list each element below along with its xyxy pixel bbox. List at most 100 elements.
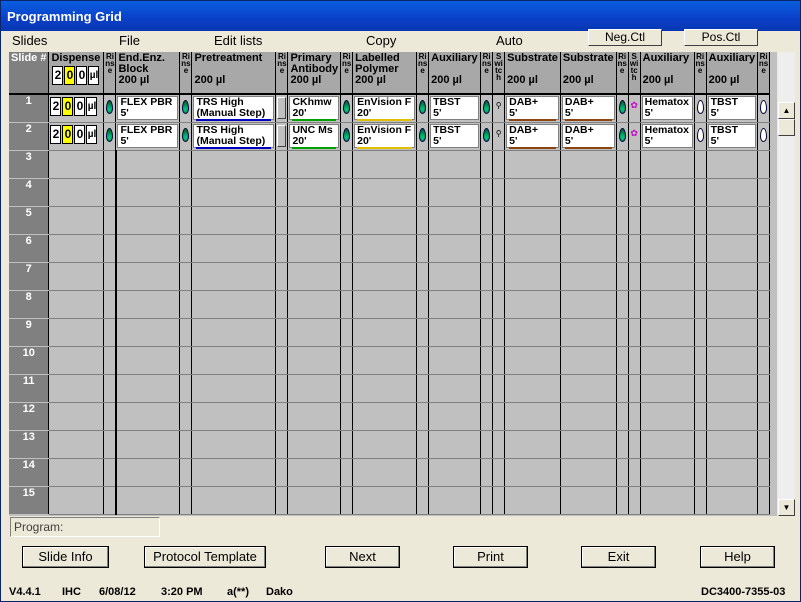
empty-cell[interactable]: [287, 458, 342, 487]
empty-cell[interactable]: [48, 262, 105, 291]
end-enz-block-cell-box[interactable]: FLEX PBR 5': [117, 96, 179, 120]
empty-cell[interactable]: [694, 430, 707, 459]
empty-cell[interactable]: [694, 290, 707, 319]
empty-cell[interactable]: [640, 430, 695, 459]
pretreatment-step-toggle[interactable]: [275, 94, 289, 123]
pretreatment-step-toggle[interactable]: [275, 122, 289, 151]
slide-info-button[interactable]: Slide Info: [22, 546, 109, 568]
empty-cell[interactable]: [48, 458, 105, 487]
empty-cell[interactable]: [179, 206, 193, 235]
neg-ctl-button[interactable]: Neg.Ctl: [588, 29, 662, 46]
rinse-drop-icon[interactable]: [618, 100, 626, 114]
substrate-1-cell[interactable]: DAB+ 5': [504, 94, 561, 123]
empty-cell[interactable]: [416, 458, 430, 487]
slide-number[interactable]: 11: [9, 374, 50, 403]
empty-cell[interactable]: [504, 290, 561, 319]
rinse-cell[interactable]: [179, 94, 193, 123]
rinse-cell[interactable]: [480, 94, 494, 123]
primary-antibody-cell[interactable]: CKhmw 20': [287, 94, 342, 123]
empty-cell[interactable]: [640, 262, 695, 291]
empty-cell[interactable]: [504, 374, 561, 403]
empty-cell[interactable]: [640, 346, 695, 375]
primary-antibody-cell-box[interactable]: UNC Ms 20': [289, 123, 340, 149]
empty-cell[interactable]: [560, 486, 617, 515]
rinse-drop-icon[interactable]: [419, 127, 427, 142]
empty-cell[interactable]: [287, 178, 342, 207]
empty-cell[interactable]: [179, 486, 193, 515]
help-button[interactable]: Help: [700, 546, 775, 568]
empty-cell[interactable]: [103, 458, 117, 487]
empty-cell[interactable]: [616, 402, 629, 431]
empty-cell[interactable]: [694, 262, 707, 291]
empty-cell[interactable]: [757, 290, 771, 319]
print-button[interactable]: Print: [453, 546, 528, 568]
empty-cell[interactable]: [287, 290, 342, 319]
empty-cell[interactable]: [179, 234, 193, 263]
vertical-scrollbar[interactable]: ▲ ▼: [778, 52, 795, 516]
empty-cell[interactable]: [103, 206, 117, 235]
empty-cell[interactable]: [340, 318, 354, 347]
empty-cell[interactable]: [492, 234, 506, 263]
dispense-cell[interactable]: 2 0 0 µl: [48, 122, 105, 151]
empty-cell[interactable]: [640, 150, 695, 179]
rinse-cell[interactable]: [416, 122, 430, 151]
auxiliary-1-cell-box[interactable]: TBST 5': [430, 96, 480, 120]
empty-cell[interactable]: [191, 234, 277, 263]
empty-cell[interactable]: [694, 374, 707, 403]
empty-cell[interactable]: [48, 178, 105, 207]
empty-cell[interactable]: [560, 262, 617, 291]
auxiliary-2-cell-box[interactable]: Hematox 5': [641, 123, 693, 148]
auxiliary-1-cell[interactable]: TBST 5': [428, 94, 482, 123]
auxiliary-2-cell-box[interactable]: Hematox 5': [641, 96, 693, 120]
empty-cell[interactable]: [492, 206, 506, 235]
rinse-drop-icon[interactable]: [419, 100, 427, 114]
rinse-cell[interactable]: [616, 122, 629, 151]
empty-cell[interactable]: [757, 178, 771, 207]
empty-cell[interactable]: [352, 402, 418, 431]
auxiliary-3-cell[interactable]: TBST 5': [706, 122, 759, 151]
empty-cell[interactable]: [694, 486, 707, 515]
empty-cell[interactable]: [275, 402, 289, 431]
rinse-drop-icon[interactable]: [182, 127, 190, 142]
empty-cell[interactable]: [757, 150, 771, 179]
empty-cell[interactable]: [560, 318, 617, 347]
empty-cell[interactable]: [416, 318, 430, 347]
rinse-drop-icon[interactable]: [760, 127, 768, 142]
substrate-2-cell[interactable]: DAB+ 5': [560, 94, 617, 123]
substrate-2-cell-box[interactable]: DAB+ 5': [561, 123, 615, 149]
empty-cell[interactable]: [179, 458, 193, 487]
empty-cell[interactable]: [287, 206, 342, 235]
empty-cell[interactable]: [287, 262, 342, 291]
empty-cell[interactable]: [706, 234, 759, 263]
empty-cell[interactable]: [706, 402, 759, 431]
empty-cell[interactable]: [492, 290, 506, 319]
substrate-1-cell[interactable]: DAB+ 5': [504, 122, 561, 151]
empty-cell[interactable]: [179, 178, 193, 207]
empty-cell[interactable]: [352, 430, 418, 459]
exit-button[interactable]: Exit: [581, 546, 656, 568]
pos-ctl-button[interactable]: Pos.Ctl: [684, 29, 758, 46]
rinse-drop-icon[interactable]: [696, 100, 704, 114]
empty-cell[interactable]: [480, 178, 494, 207]
primary-antibody-cell[interactable]: UNC Ms 20': [287, 122, 342, 151]
empty-cell[interactable]: [492, 346, 506, 375]
empty-cell[interactable]: [428, 178, 482, 207]
empty-cell[interactable]: [640, 318, 695, 347]
slide-number[interactable]: 7: [9, 262, 50, 291]
rinse-drop-icon[interactable]: [483, 100, 491, 114]
empty-cell[interactable]: [628, 290, 641, 319]
empty-cell[interactable]: [275, 346, 289, 375]
empty-cell[interactable]: [352, 150, 418, 179]
empty-cell[interactable]: [428, 486, 482, 515]
slide-number[interactable]: 1: [9, 94, 50, 123]
empty-cell[interactable]: [115, 374, 181, 403]
switch-icon[interactable]: ⚲: [493, 129, 504, 138]
empty-cell[interactable]: [640, 374, 695, 403]
empty-cell[interactable]: [628, 402, 641, 431]
empty-cell[interactable]: [480, 486, 494, 515]
empty-cell[interactable]: [340, 206, 354, 235]
next-button[interactable]: Next: [325, 546, 400, 568]
empty-cell[interactable]: [275, 458, 289, 487]
empty-cell[interactable]: [628, 178, 641, 207]
labelled-polymer-cell[interactable]: EnVision F 20': [352, 122, 418, 151]
